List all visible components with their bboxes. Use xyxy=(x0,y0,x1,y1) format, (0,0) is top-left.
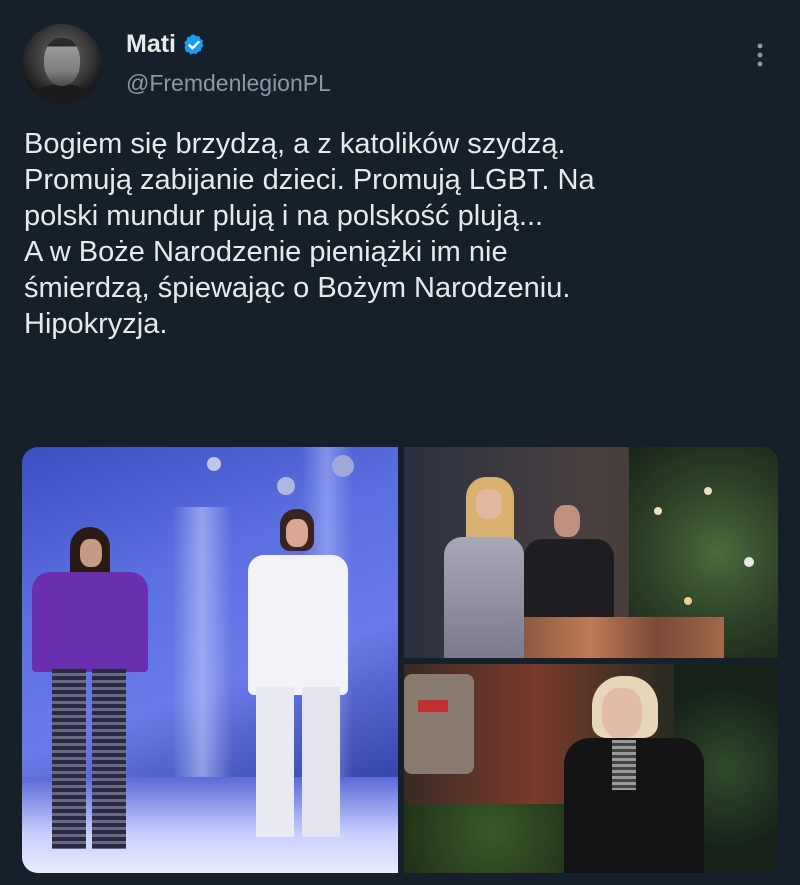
performer-white-suit-jacket xyxy=(248,555,348,695)
display-name[interactable]: Mati xyxy=(126,30,176,59)
author-name-row[interactable]: Mati xyxy=(126,30,206,59)
more-options-icon[interactable] xyxy=(748,40,772,70)
bow-tie xyxy=(418,700,448,712)
performer-white-suit-leg xyxy=(302,687,340,837)
tree-light xyxy=(654,507,662,515)
performer-sequin-leg xyxy=(92,669,126,849)
singer-face xyxy=(554,505,580,537)
tweet-text-line: śmierdzą, śpiewając o Bożym Narodzeniu. xyxy=(24,272,571,304)
singer-silver-dress xyxy=(444,537,524,658)
avatar-shoulders xyxy=(30,84,94,104)
avatar-face xyxy=(44,38,80,86)
ornament xyxy=(207,457,221,471)
author-handle[interactable]: @FremdenlegionPL xyxy=(126,70,331,97)
tree-light xyxy=(684,597,692,605)
ornament xyxy=(277,477,295,495)
verified-badge-icon xyxy=(184,34,204,55)
tweet-text: Bogiem się brzydzą, a z katolików szydzą… xyxy=(24,126,784,342)
media-photo-singers[interactable] xyxy=(404,447,778,658)
singer-face xyxy=(476,489,502,519)
tweet-text-line: Hipokryzja. xyxy=(24,308,168,340)
woman-sparkly-top xyxy=(612,740,636,790)
tweet-text-line: Promują zabijanie dzieci. Promują LGBT. … xyxy=(24,164,595,196)
performer-white-suit-leg xyxy=(256,687,294,837)
performer-sequin-leg xyxy=(52,669,86,849)
tweet-text-line: A w Boże Narodzenie pieniążki im nie xyxy=(24,236,508,268)
performer-face xyxy=(286,519,308,547)
audience-person xyxy=(404,674,474,774)
media-photo-woman[interactable] xyxy=(404,664,778,873)
woman-face xyxy=(602,688,642,738)
tweet-text-line: polski mundur plują i na polskość plują.… xyxy=(24,200,544,232)
avatar[interactable] xyxy=(22,24,102,104)
performer-face xyxy=(80,539,102,567)
tree-light xyxy=(704,487,712,495)
ornament xyxy=(332,455,354,477)
tweet[interactable]: Mati @FremdenlegionPL Bogiem się brzydzą… xyxy=(0,0,800,885)
performer-purple-jacket xyxy=(32,572,148,672)
media-grid xyxy=(22,447,778,873)
tree-ornament xyxy=(744,557,754,567)
audience-children xyxy=(524,617,724,658)
tweet-text-line: Bogiem się brzydzą, a z katolików szydzą… xyxy=(24,128,566,160)
media-photo-stage[interactable] xyxy=(22,447,398,873)
